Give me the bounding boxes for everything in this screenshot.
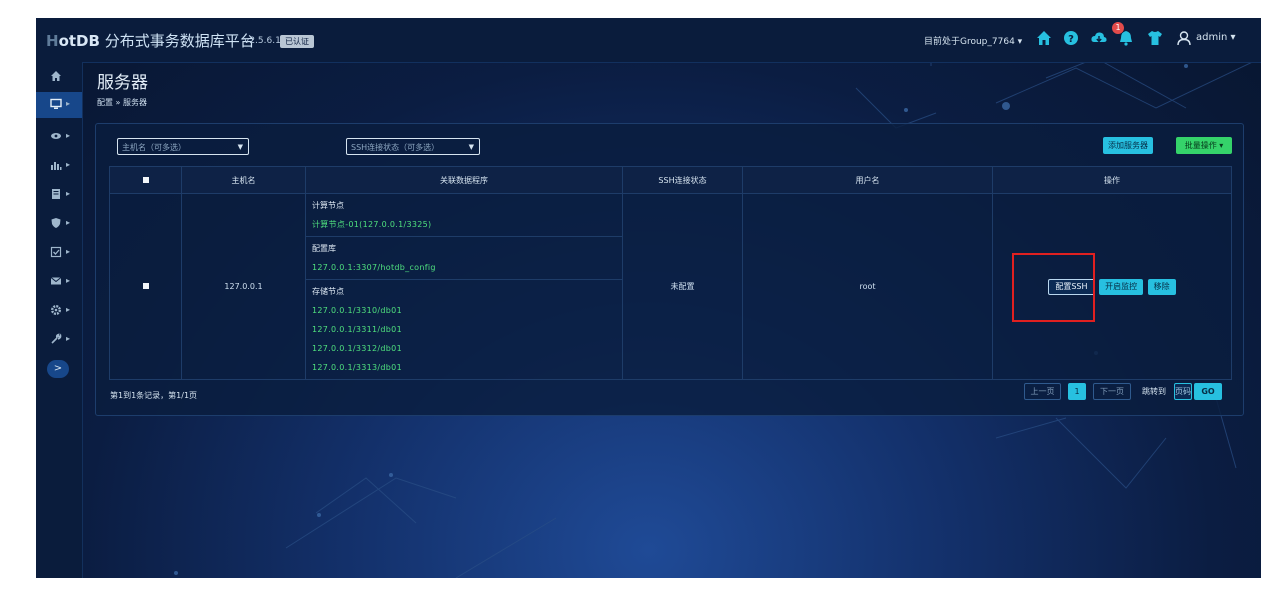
host-cell: 127.0.0.1 <box>181 193 306 380</box>
record-info: 第1到1条记录，第1/1页 <box>110 391 198 400</box>
relation-group-title: 计算节点 <box>312 201 344 210</box>
relation-link[interactable]: 127.0.0.1/3310/db01 <box>312 301 622 320</box>
certified-badge: 已认证 <box>280 35 314 48</box>
column-header-relations[interactable]: 关联数据程序 <box>305 166 623 194</box>
document-icon <box>52 189 60 199</box>
breadcrumb: 配置 » 服务器 <box>97 97 147 108</box>
relations-cell: 计算节点 计算节点-01(127.0.0.1/3325) 配置库 127.0.0… <box>305 193 623 380</box>
ssh-status-filter-select[interactable]: SSH连接状态（可多选） ▼ <box>346 138 480 155</box>
caret-down-icon: ▼ <box>468 143 474 151</box>
go-button[interactable]: GO <box>1194 383 1222 400</box>
eye-icon <box>51 133 61 139</box>
column-header-actions: 操作 <box>992 166 1232 194</box>
shield-icon <box>51 218 61 228</box>
remove-button[interactable]: 移除 <box>1147 278 1176 295</box>
monitor-icon <box>50 98 62 109</box>
enable-monitoring-button[interactable]: 开启监控 <box>1099 278 1144 295</box>
chevron-right-icon: ▸ <box>66 305 71 314</box>
sidebar-item-list[interactable]: ▸ <box>36 182 82 208</box>
help-icon[interactable]: ? <box>1062 29 1080 47</box>
sidebar-expand-button[interactable]: > <box>47 360 69 378</box>
sidebar-item-security[interactable]: ▸ <box>36 211 82 237</box>
relation-link[interactable]: 127.0.0.1/3313/db01 <box>312 358 622 377</box>
gear-icon <box>51 305 61 315</box>
breadcrumb-config[interactable]: 配置 <box>97 98 113 107</box>
cloud-download-icon[interactable] <box>1090 29 1108 47</box>
select-all-header <box>109 166 182 194</box>
top-navbar: HotDB 分布式事务数据库平台 v2.5.6.1 已认证 目前处于Group_… <box>36 18 1261 63</box>
chevron-right-icon: ▸ <box>66 218 71 227</box>
chevron-right-icon: ▸ <box>66 99 71 108</box>
group-selector[interactable]: 目前处于Group_7764 ▾ <box>924 34 1022 47</box>
previous-page-button[interactable]: 上一页 <box>1024 383 1061 400</box>
sidebar-item-mail[interactable]: ▸ <box>36 269 82 295</box>
batch-operations-button[interactable]: 批量操作 ▾ <box>1176 137 1232 154</box>
server-table: 主机名 关联数据程序 SSH连接状态 用户名 操作 127.0.0.1 计算节点… <box>109 166 1232 380</box>
svg-text:?: ? <box>1068 34 1074 45</box>
mail-icon <box>50 277 62 285</box>
sidebar-item-monitor[interactable]: ▸ <box>36 124 82 150</box>
relation-group-config-db: 配置库 127.0.0.1:3307/hotdb_config <box>306 237 622 280</box>
tshirt-theme-icon[interactable] <box>1146 29 1164 47</box>
breadcrumb-separator: » <box>115 98 121 107</box>
sidebar-item-settings[interactable]: ▸ <box>36 298 82 324</box>
row-checkbox[interactable] <box>142 283 149 289</box>
check-square-icon <box>50 246 62 258</box>
configure-ssh-button[interactable]: 配置SSH <box>1048 278 1095 295</box>
sidebar-item-check[interactable]: ▸ <box>36 240 82 266</box>
jump-to-label: 跳转到 <box>1142 387 1166 396</box>
relation-link[interactable]: 127.0.0.1:3307/hotdb_config <box>312 258 622 277</box>
username-cell: root <box>742 193 993 380</box>
brand[interactable]: HotDB 分布式事务数据库平台 <box>46 30 255 51</box>
hotdb-logo: HotDB <box>46 32 100 50</box>
page-number-input[interactable]: 页码 <box>1174 383 1192 400</box>
page-number-button[interactable]: 1 <box>1068 383 1086 400</box>
chevron-right-icon: ▸ <box>66 247 71 256</box>
actions-cell: 配置SSH 开启监控 移除 <box>992 193 1232 380</box>
table-row: 127.0.0.1 计算节点 计算节点-01(127.0.0.1/3325) 配… <box>109 193 1232 380</box>
server-panel: 主机名（可多选） ▼ SSH连接状态（可多选） ▼ 添加服务器 批量操作 ▾ 主… <box>95 123 1244 416</box>
notification-badge: 1 <box>1112 22 1124 34</box>
relation-link[interactable]: 127.0.0.1/3311/db01 <box>312 320 622 339</box>
wrench-icon <box>51 333 62 344</box>
chevron-right-icon: ▸ <box>66 131 71 140</box>
bar-chart-icon <box>51 162 62 170</box>
user-icon[interactable] <box>1176 30 1192 46</box>
caret-down-icon: ▼ <box>237 143 243 151</box>
sidebar-item-server[interactable]: ▸ <box>36 92 82 118</box>
host-filter-select[interactable]: 主机名（可多选） ▼ <box>117 138 249 155</box>
select-all-checkbox[interactable] <box>142 176 149 183</box>
chevron-right-icon: ▸ <box>66 189 71 198</box>
sidebar-item-chart[interactable]: ▸ <box>36 153 82 179</box>
relation-link[interactable]: 计算节点-01(127.0.0.1/3325) <box>312 215 622 234</box>
ssh-status-cell: 未配置 <box>622 193 743 380</box>
breadcrumb-current: 服务器 <box>123 98 147 107</box>
home-icon <box>51 71 61 81</box>
row-select-cell <box>109 193 182 380</box>
column-header-username[interactable]: 用户名 <box>742 166 993 194</box>
column-header-host[interactable]: 主机名 <box>181 166 306 194</box>
chevron-right-icon: ▸ <box>66 160 71 169</box>
table-header-row: 主机名 关联数据程序 SSH连接状态 用户名 操作 <box>109 166 1232 194</box>
page-title: 服务器 <box>97 73 148 93</box>
chevron-right-icon: ▸ <box>66 276 71 285</box>
user-menu[interactable]: admin ▾ <box>1196 32 1236 43</box>
app-window: HotDB 分布式事务数据库平台 v2.5.6.1 已认证 目前处于Group_… <box>36 18 1261 578</box>
app-name: 分布式事务数据库平台 <box>104 32 255 50</box>
relation-group-storage: 存储节点 127.0.0.1/3310/db01 127.0.0.1/3311/… <box>306 280 622 379</box>
sidebar-item-home[interactable] <box>36 64 82 90</box>
next-page-button[interactable]: 下一页 <box>1093 383 1131 400</box>
column-header-ssh-status[interactable]: SSH连接状态 <box>622 166 743 194</box>
relation-link[interactable]: 127.0.0.1/3312/db01 <box>312 339 622 358</box>
add-server-button[interactable]: 添加服务器 <box>1103 137 1153 154</box>
sidebar: ▸ ▸ ▸ ▸ ▸ ▸ ▸ ▸ ▸ > <box>36 62 83 578</box>
relation-group-title: 存储节点 <box>312 287 344 296</box>
home-icon[interactable] <box>1035 29 1053 47</box>
version-label: v2.5.6.1 <box>244 36 281 46</box>
relation-group-title: 配置库 <box>312 244 336 253</box>
relation-group-compute: 计算节点 计算节点-01(127.0.0.1/3325) <box>306 194 622 237</box>
chevron-right-icon: ▸ <box>66 334 71 343</box>
sidebar-item-tools[interactable]: ▸ <box>36 327 82 353</box>
